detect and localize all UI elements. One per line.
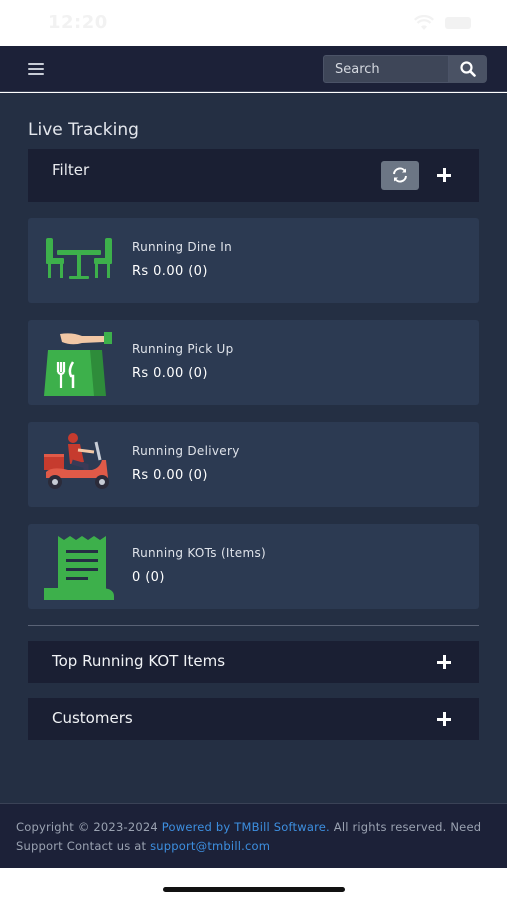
stat-label: Running KOTs (Items)	[132, 546, 266, 560]
stat-label: Running Pick Up	[132, 342, 234, 356]
battery-icon	[445, 17, 471, 29]
stat-value: Rs 0.00 (0)	[132, 468, 208, 483]
plus-icon[interactable]	[436, 654, 452, 670]
kot-receipt-icon	[44, 536, 114, 600]
hamburger-icon[interactable]	[28, 63, 44, 75]
search-button[interactable]	[449, 55, 487, 83]
panel-top-running-kot-items[interactable]: Top Running KOT Items	[28, 641, 479, 683]
filter-panel: Filter	[28, 149, 479, 202]
home-indicator[interactable]	[163, 887, 345, 892]
status-bar: 12:20	[0, 0, 507, 46]
panel-title: Customers	[52, 709, 133, 727]
stat-value: Rs 0.00 (0)	[132, 366, 208, 381]
stat-card-pick-up[interactable]: Running Pick Up Rs 0.00 (0)	[28, 320, 479, 405]
stat-value: Rs 0.00 (0)	[132, 264, 208, 279]
footer-text: Copyright © 2023-2024 Powered by TMBill …	[16, 818, 496, 856]
filter-expand-icon[interactable]	[436, 167, 452, 183]
search-icon	[460, 61, 476, 77]
footer-copyright: Copyright © 2023-2024	[16, 820, 162, 834]
page-title: Live Tracking	[28, 120, 139, 140]
refresh-button[interactable]	[381, 161, 419, 190]
status-time: 12:20	[48, 12, 108, 33]
wifi-icon	[414, 15, 434, 30]
support-email-link[interactable]: support@tmbill.com	[150, 839, 270, 853]
stat-card-delivery[interactable]: Running Delivery Rs 0.00 (0)	[28, 422, 479, 507]
main-content: Live Tracking Filter Running Dine In Rs …	[0, 93, 507, 803]
stat-card-dine-in[interactable]: Running Dine In Rs 0.00 (0)	[28, 218, 479, 303]
stat-card-kots[interactable]: Running KOTs (Items) 0 (0)	[28, 524, 479, 609]
footer-powered-by: Powered by TMBill Software.	[161, 820, 330, 834]
top-navbar: Search	[0, 46, 507, 92]
stat-value: 0 (0)	[132, 570, 165, 585]
panel-title: Top Running KOT Items	[52, 652, 226, 670]
pickup-bag-icon	[44, 332, 112, 396]
filter-label: Filter	[52, 161, 90, 179]
search-input[interactable]: Search	[323, 55, 449, 83]
section-divider	[28, 625, 479, 626]
dine-in-table-icon	[46, 238, 112, 279]
stat-label: Running Dine In	[132, 240, 233, 254]
plus-icon[interactable]	[436, 711, 452, 727]
refresh-icon	[393, 167, 407, 183]
delivery-scooter-icon	[44, 433, 109, 489]
home-indicator-area	[0, 868, 507, 900]
stat-label: Running Delivery	[132, 444, 240, 458]
panel-customers[interactable]: Customers	[28, 698, 479, 740]
footer: Copyright © 2023-2024 Powered by TMBill …	[0, 803, 507, 868]
